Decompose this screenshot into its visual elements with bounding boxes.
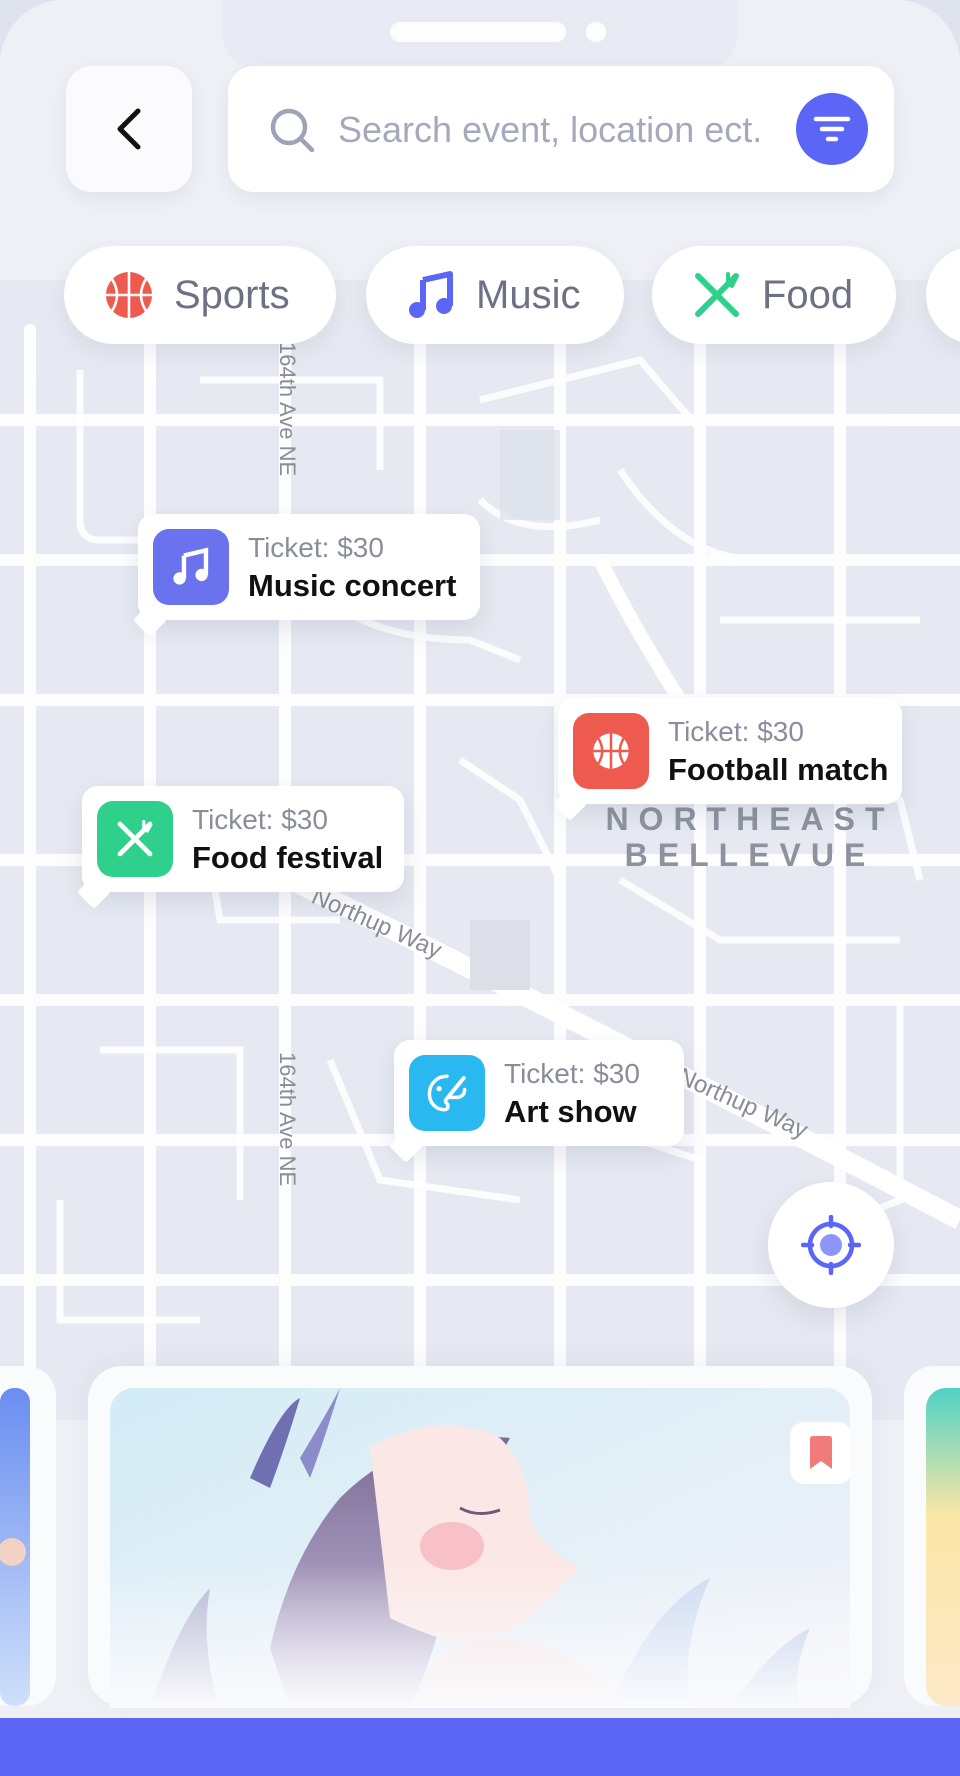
event-ticket-price: Ticket: $30 — [248, 532, 384, 563]
music-note-icon — [153, 529, 229, 605]
music-note-icon — [406, 270, 456, 320]
event-pin-football-match[interactable]: Ticket: $30 Football match — [558, 698, 902, 804]
bookmark-icon — [810, 1436, 832, 1469]
fork-knife-icon — [692, 270, 742, 320]
event-ticket-price: Ticket: $30 — [668, 716, 804, 747]
event-title: Art show — [504, 1094, 637, 1129]
search-input[interactable] — [336, 96, 780, 164]
event-card-next[interactable] — [904, 1366, 960, 1706]
event-card-image — [110, 1388, 850, 1708]
filter-button[interactable] — [796, 93, 868, 165]
category-label: Food — [762, 272, 854, 317]
app-screen: NORTHEAST BELLEVUE 164th Ave NE 164th Av… — [0, 0, 960, 1776]
category-chip-music[interactable]: Music — [366, 246, 624, 344]
event-title: Football match — [668, 752, 889, 787]
event-ticket-price: Ticket: $30 — [504, 1058, 640, 1089]
event-card-image — [0, 1388, 30, 1706]
event-title: Food festival — [192, 840, 384, 875]
fork-knife-icon — [97, 801, 173, 877]
category-label: Sports — [174, 272, 290, 317]
event-card-previous[interactable] — [0, 1366, 56, 1706]
area-label-line1: NORTHEAST — [605, 801, 894, 837]
event-card[interactable] — [88, 1366, 872, 1708]
search-icon — [270, 108, 315, 153]
event-pin-food-festival[interactable]: Ticket: $30 Food festival — [82, 786, 404, 892]
category-label: Music — [476, 272, 581, 317]
area-label-line2: BELLEVUE — [625, 837, 876, 873]
speaker-grille — [390, 22, 566, 42]
back-button[interactable] — [66, 66, 192, 192]
event-ticket-price: Ticket: $30 — [192, 804, 328, 835]
chevron-left-icon — [117, 108, 141, 150]
basketball-icon — [573, 713, 649, 789]
filter-icon — [813, 116, 851, 142]
my-location-button[interactable] — [768, 1182, 894, 1308]
street-label: 164th Ave NE — [275, 342, 300, 476]
category-filter-bar: Sports Music Food — [0, 246, 960, 346]
category-chip-sports[interactable]: Sports — [64, 246, 336, 344]
event-title: Music concert — [248, 568, 457, 603]
basketball-icon — [104, 270, 154, 320]
search-bar — [228, 66, 894, 192]
event-pin-music-concert[interactable]: Ticket: $30 Music concert — [138, 514, 480, 620]
street-label: 164th Ave NE — [275, 1052, 300, 1186]
bookmark-button[interactable] — [790, 1422, 850, 1484]
event-pin-art-show[interactable]: Ticket: $30 Art show — [394, 1040, 684, 1146]
event-card-image — [926, 1388, 960, 1706]
bottom-navigation-bar — [0, 1718, 960, 1776]
device-notch — [222, 0, 738, 72]
category-chip-more[interactable] — [926, 246, 960, 344]
crosshair-icon — [801, 1215, 861, 1275]
front-camera — [586, 22, 606, 42]
palette-brush-icon — [409, 1055, 485, 1131]
category-chip-food[interactable]: Food — [652, 246, 896, 344]
